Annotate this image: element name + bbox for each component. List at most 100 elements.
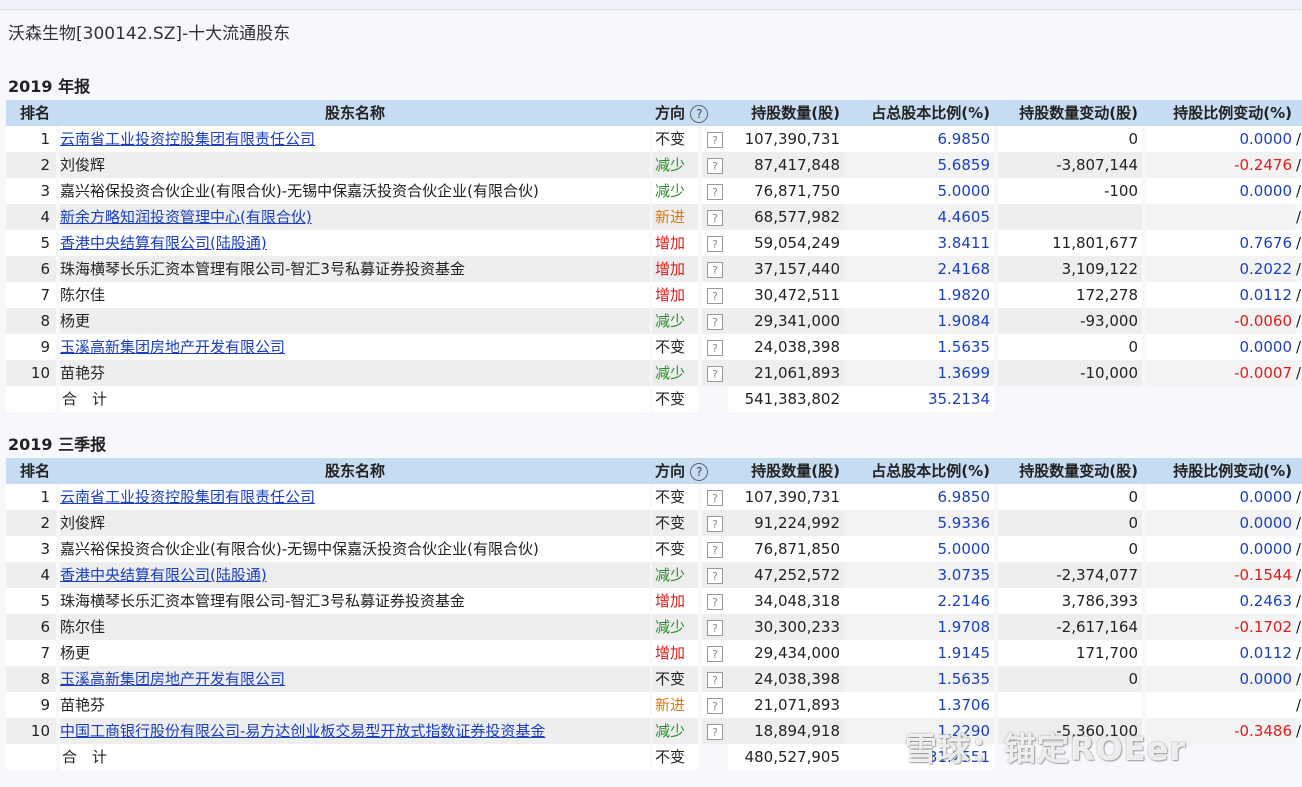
shareholder-link[interactable]: 新余方略知润投资管理中心(有限合伙) (60, 208, 312, 226)
truncated-cell: / (1296, 566, 1302, 584)
question-icon-cell: ? (702, 334, 728, 360)
question-icon[interactable]: ? (707, 261, 723, 278)
question-icon[interactable]: ? (707, 567, 723, 584)
shares-change-value: 0 (998, 510, 1142, 536)
ratio-change-value: 0.2022 (1146, 256, 1296, 282)
question-icon[interactable]: ? (707, 671, 723, 688)
question-icon[interactable]: ? (707, 209, 723, 226)
shareholder-name: 玉溪高新集团房地产开发有限公司 (60, 666, 650, 692)
total-direction: 不变 (652, 386, 698, 412)
question-icon-cell: ? (702, 536, 728, 562)
question-icon-cell: ? (702, 640, 728, 666)
question-icon-cell: ? (702, 666, 728, 692)
shareholder-name: 刘俊辉 (60, 152, 650, 178)
shares-change-value: 0 (998, 126, 1142, 152)
shares-change-value: 0 (998, 484, 1142, 510)
question-icon[interactable]: ? (707, 365, 723, 382)
question-icon[interactable]: ? (707, 131, 723, 148)
direction-value: 减少 (652, 360, 698, 386)
table-row: 8 杨更 减少? 29,341,000 1.9084 -93,000 -0.0060/ (6, 308, 1302, 334)
question-icon[interactable]: ? (707, 593, 723, 610)
direction-value: 增加 (652, 256, 698, 282)
truncated-cell: / (1296, 260, 1302, 278)
question-icon[interactable]: ? (707, 723, 723, 740)
question-icon[interactable]: ? (707, 339, 723, 356)
question-icon[interactable]: ? (707, 645, 723, 662)
truncated-cell: / (1296, 312, 1302, 330)
shares-value: 29,341,000 (728, 308, 844, 334)
shareholder-name: 杨更 (60, 308, 650, 334)
shareholder-link[interactable]: 香港中央结算有限公司(陆股通) (60, 566, 267, 584)
shareholder-name: 香港中央结算有限公司(陆股通) (60, 562, 650, 588)
ratio-value: 4.4605 (844, 204, 994, 230)
question-icon-cell: ? (702, 178, 728, 204)
shareholder-name: 嘉兴裕保投资合伙企业(有限合伙)-无锡中保嘉沃投资合伙企业(有限合伙) (60, 536, 650, 562)
section-title: 2019 三季报 (8, 435, 107, 454)
question-icon[interactable]: ? (707, 619, 723, 636)
question-icon-cell: ? (702, 562, 728, 588)
help-icon[interactable]: ? (690, 104, 709, 123)
question-icon[interactable]: ? (707, 157, 723, 174)
header-name: 股东名称 (324, 104, 385, 122)
truncated-cell: / (1296, 514, 1302, 532)
direction-value: 不变 (652, 126, 698, 152)
truncated-cell: / (1296, 536, 1302, 562)
row-rank: 10 (6, 360, 56, 386)
row-rank: 6 (6, 614, 56, 640)
row-rank: 2 (6, 152, 56, 178)
ratio-change-value: -0.0007 (1146, 360, 1296, 386)
ratio-value: 2.4168 (844, 256, 994, 282)
shares-change-value: 3,109,122 (998, 256, 1142, 282)
direction-value: 新进 (652, 204, 698, 230)
shares-change-value: 0 (998, 536, 1142, 562)
shares-change-value: 0 (998, 666, 1142, 692)
shareholder-link[interactable]: 中国工商银行股份有限公司-易方达创业板交易型开放式指数证券投资基金 (60, 722, 545, 740)
shareholder-name: 杨更 (60, 640, 650, 666)
shareholder-link[interactable]: 云南省工业投资控股集团有限责任公司 (60, 488, 315, 506)
shareholder-name: 香港中央结算有限公司(陆股通) (60, 230, 650, 256)
shares-value: 76,871,850 (728, 536, 844, 562)
shareholder-link[interactable]: 云南省工业投资控股集团有限责任公司 (60, 130, 315, 148)
total-row: 合 计不变 541,383,802 35.2134 (6, 386, 1302, 412)
question-icon[interactable]: ? (707, 313, 723, 330)
direction-value: 不变 (652, 536, 698, 562)
truncated-cell: / (1296, 230, 1302, 256)
help-icon[interactable]: ? (690, 462, 709, 481)
shares-change-value: -93,000 (998, 308, 1142, 334)
question-icon[interactable]: ? (707, 183, 723, 200)
header-ratio-change: 持股比例变动(%) (1173, 104, 1292, 122)
total-ratio: 35.2134 (844, 386, 994, 412)
question-icon[interactable]: ? (707, 697, 723, 714)
shares-value: 47,252,572 (728, 562, 844, 588)
truncated-cell: / (1296, 126, 1302, 152)
row-rank: 5 (6, 230, 56, 256)
direction-value: 减少 (652, 562, 698, 588)
question-icon[interactable]: ? (707, 489, 723, 506)
shareholder-link[interactable]: 香港中央结算有限公司(陆股通) (60, 234, 267, 252)
question-icon[interactable]: ? (707, 541, 723, 558)
header-rank: 排名 (19, 104, 50, 122)
header-ratio-change: 持股比例变动(%) (1173, 462, 1292, 480)
shareholder-link[interactable]: 玉溪高新集团房地产开发有限公司 (60, 670, 285, 688)
row-rank: 6 (6, 256, 56, 282)
truncated-cell: / (1296, 364, 1302, 382)
truncated-cell: / (1296, 722, 1302, 740)
table-row: 10 苗艳芬 减少? 21,061,893 1.3699 -10,000 -0.0007/ (6, 360, 1302, 386)
row-rank: 8 (6, 666, 56, 692)
header-direction-label: 方向 (655, 104, 686, 122)
header-shares-change: 持股数量变动(股) (1019, 104, 1138, 122)
question-icon[interactable]: ? (707, 235, 723, 252)
ratio-value: 1.9145 (844, 640, 994, 666)
direction-value: 不变 (652, 666, 698, 692)
shareholder-link[interactable]: 玉溪高新集团房地产开发有限公司 (60, 338, 285, 356)
row-rank: 2 (6, 510, 56, 536)
question-icon[interactable]: ? (707, 287, 723, 304)
shares-value: 21,071,893 (728, 692, 844, 718)
question-icon-cell: ? (702, 588, 728, 614)
shares-change-value: 3,786,393 (998, 588, 1142, 614)
shareholder-name: 云南省工业投资控股集团有限责任公司 (60, 484, 650, 510)
ratio-change-value: 0.7676 (1146, 230, 1296, 256)
ratio-value: 3.8411 (844, 230, 994, 256)
ratio-value: 5.6859 (844, 152, 994, 178)
question-icon[interactable]: ? (707, 515, 723, 532)
